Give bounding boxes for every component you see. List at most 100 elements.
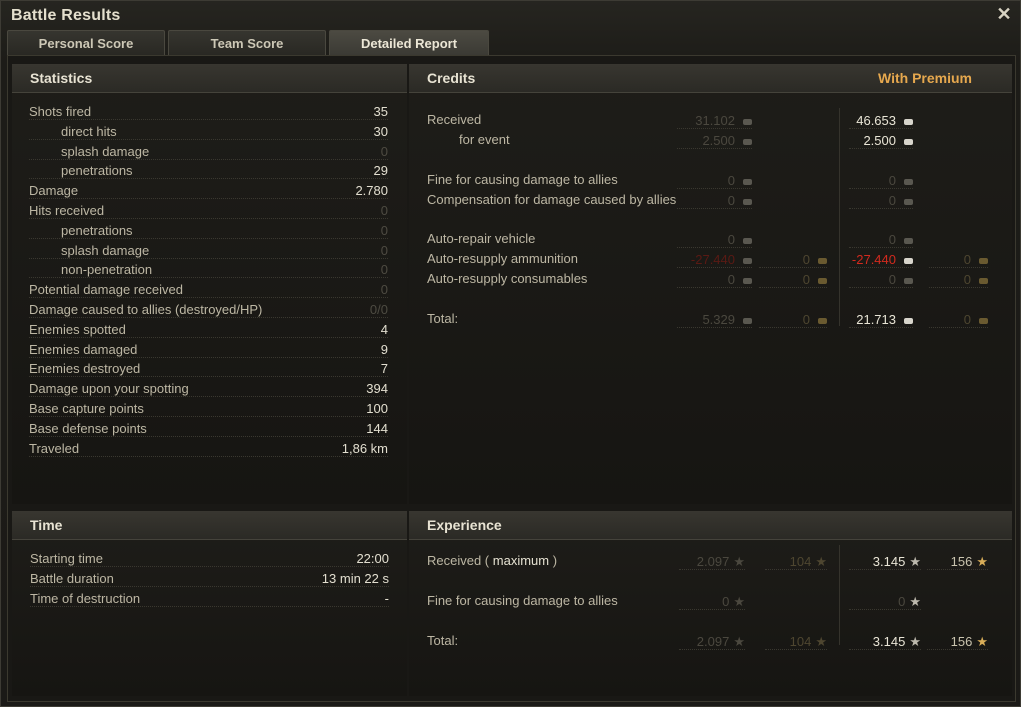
tab-team-score[interactable]: Team Score	[168, 30, 326, 55]
stat-value: 7	[380, 361, 388, 377]
credit-coin-icon	[904, 277, 913, 284]
detailed-report-content: Statistics Shots fired 35 direct hits 30 spl…	[7, 55, 1016, 702]
row-leader	[849, 128, 913, 129]
row-leader	[29, 416, 388, 417]
credit-amount: 46.653	[856, 113, 896, 128]
row-leader	[849, 327, 913, 328]
row-leader	[849, 649, 921, 650]
stat-label: Traveled	[29, 440, 80, 456]
stat-row: non-penetration 0	[29, 260, 388, 280]
stat-value: 35	[373, 104, 388, 119]
credit-coin-icon	[743, 138, 752, 145]
time-label: Battle duration	[30, 571, 114, 586]
row-leader	[765, 649, 827, 650]
stat-value: 0	[380, 242, 388, 258]
row-leader	[30, 566, 389, 567]
credit-amount: -27.440	[851, 252, 896, 267]
time-value: 22:00	[356, 551, 389, 566]
row-leader	[30, 586, 389, 587]
row-leader	[29, 356, 388, 358]
xp-amount: 104	[789, 554, 812, 569]
xp-amount: 2.097	[696, 554, 730, 569]
row-leader	[759, 287, 827, 288]
time-header: Time	[12, 511, 407, 540]
premium-credit-value: 2.500	[849, 131, 913, 151]
row-leader	[29, 435, 388, 437]
credit-amount: -27.440	[690, 252, 735, 267]
standard-xp-value: 0 ★	[679, 592, 745, 612]
stat-row: penetrations 29	[29, 161, 388, 181]
premium-gold-value: 0	[929, 250, 988, 270]
xp-received-text: Received (	[427, 553, 490, 568]
standard-free-xp-value: 104 ★	[765, 632, 827, 652]
credit-amount: 2.500	[702, 133, 735, 148]
time-row: Starting time 22:00	[30, 549, 389, 569]
row-leader	[679, 649, 745, 650]
stat-value: 0	[380, 222, 388, 238]
stat-row: splash damage 0	[29, 142, 388, 162]
stat-label: Enemies destroyed	[29, 361, 141, 377]
credit-coin-icon	[743, 277, 752, 284]
credits-panel: Credits With Premium Received 31.102 46.65…	[409, 64, 1012, 504]
row-leader	[29, 455, 388, 457]
row-leader	[927, 649, 988, 650]
row-leader	[30, 606, 389, 607]
row-leader	[29, 336, 388, 338]
credit-amount: 0	[888, 232, 896, 247]
stat-row: Base defense points 144	[29, 419, 388, 439]
stat-value: 100	[366, 401, 388, 416]
row-leader	[29, 396, 388, 398]
stat-row: Damage 2.780	[29, 181, 388, 201]
row-leader	[29, 158, 388, 160]
tab-detailed-report[interactable]: Detailed Report	[329, 30, 489, 55]
row-leader	[929, 287, 988, 288]
row-leader	[29, 178, 388, 180]
row-leader	[29, 138, 388, 140]
stat-value: 4	[380, 321, 388, 337]
credit-amount: 0	[963, 272, 971, 287]
window-title: Battle Results	[11, 7, 121, 24]
credit-amount: 0	[888, 272, 896, 287]
stat-value: 0	[380, 203, 388, 218]
gold-coin-icon	[818, 277, 827, 284]
row-leader	[849, 148, 913, 149]
close-icon[interactable]: ✕	[995, 5, 1013, 23]
stat-label: Base capture points	[29, 401, 144, 416]
stat-value: 9	[380, 341, 388, 357]
premium-divider	[839, 545, 840, 645]
standard-credit-value: 5.329	[677, 310, 752, 330]
tab-personal-score[interactable]: Personal Score	[7, 30, 165, 55]
standard-xp-value: 2.097 ★	[679, 552, 745, 572]
standard-credit-value: 0	[677, 230, 752, 250]
stat-label: Damage	[29, 183, 79, 199]
xp-amount: 156	[950, 554, 973, 569]
credit-amount: 0	[802, 312, 810, 327]
stat-label: Damage caused to allies (destroyed/HP)	[29, 302, 263, 317]
credit-coin-icon	[743, 178, 752, 185]
premium-free-xp-value: 156 ★	[927, 552, 988, 572]
credit-coin-icon	[743, 198, 752, 205]
credit-label: Auto-repair vehicle	[427, 231, 536, 246]
time-panel: Time Starting time 22:00 Battle duration 13…	[12, 511, 407, 696]
experience-title: Experience	[427, 517, 502, 533]
credit-coin-icon	[904, 257, 913, 264]
credit-label: Auto-resupply consumables	[427, 271, 588, 286]
time-row: Time of destruction -	[30, 589, 389, 609]
stat-row: penetrations 0	[29, 221, 388, 241]
standard-credit-value: 31.102	[677, 111, 752, 131]
premium-gold-value: 0	[929, 310, 988, 330]
credit-coin-icon	[904, 138, 913, 145]
credit-amount: 0	[727, 272, 735, 287]
row-leader	[849, 609, 921, 610]
stat-value: 0/0	[369, 302, 388, 317]
statistics-header: Statistics	[12, 64, 407, 93]
row-leader	[849, 267, 913, 268]
gold-coin-icon	[979, 257, 988, 264]
experience-header: Experience	[409, 511, 1012, 540]
credit-amount: 5.329	[702, 312, 735, 327]
stat-row: Hits received 0	[29, 201, 388, 221]
stat-row: Enemies destroyed 7	[29, 359, 388, 379]
row-leader	[29, 277, 388, 279]
row-leader	[29, 119, 388, 120]
credit-label: for event	[459, 132, 510, 147]
